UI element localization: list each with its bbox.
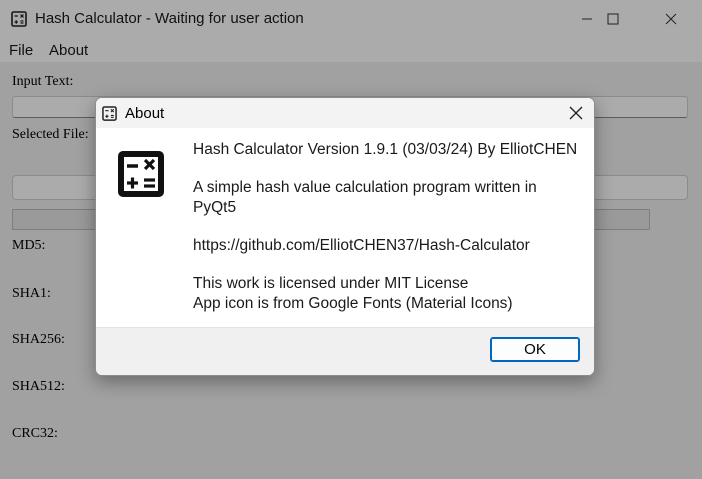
close-icon (569, 106, 583, 120)
about-description-line2: PyQt5 (193, 199, 237, 216)
about-dialog-title: About (125, 105, 165, 122)
calculator-icon (102, 106, 117, 121)
calculator-icon (118, 151, 164, 197)
about-icon-credit-text: App icon is from Google Fonts (Material … (193, 295, 513, 312)
about-dialog-footer: OK (96, 327, 594, 375)
about-license-text: This work is licensed under MIT License (193, 275, 469, 292)
about-dialog-title-bar[interactable]: About (96, 98, 594, 128)
about-repo-url: https://github.com/ElliotCHEN37/Hash-Cal… (193, 237, 530, 254)
about-version-text: Hash Calculator Version 1.9.1 (03/03/24)… (193, 141, 578, 158)
about-dialog-body: Hash Calculator Version 1.9.1 (03/03/24)… (96, 128, 594, 327)
about-description-line1: A simple hash value calculation program … (193, 179, 537, 196)
main-window: Hash Calculator - Waiting for user actio… (0, 0, 702, 479)
ok-button[interactable]: OK (490, 337, 580, 362)
about-dialog: About Hash Calculator Version 1.9.1 (03/… (95, 97, 595, 376)
about-close-button[interactable] (558, 98, 594, 128)
